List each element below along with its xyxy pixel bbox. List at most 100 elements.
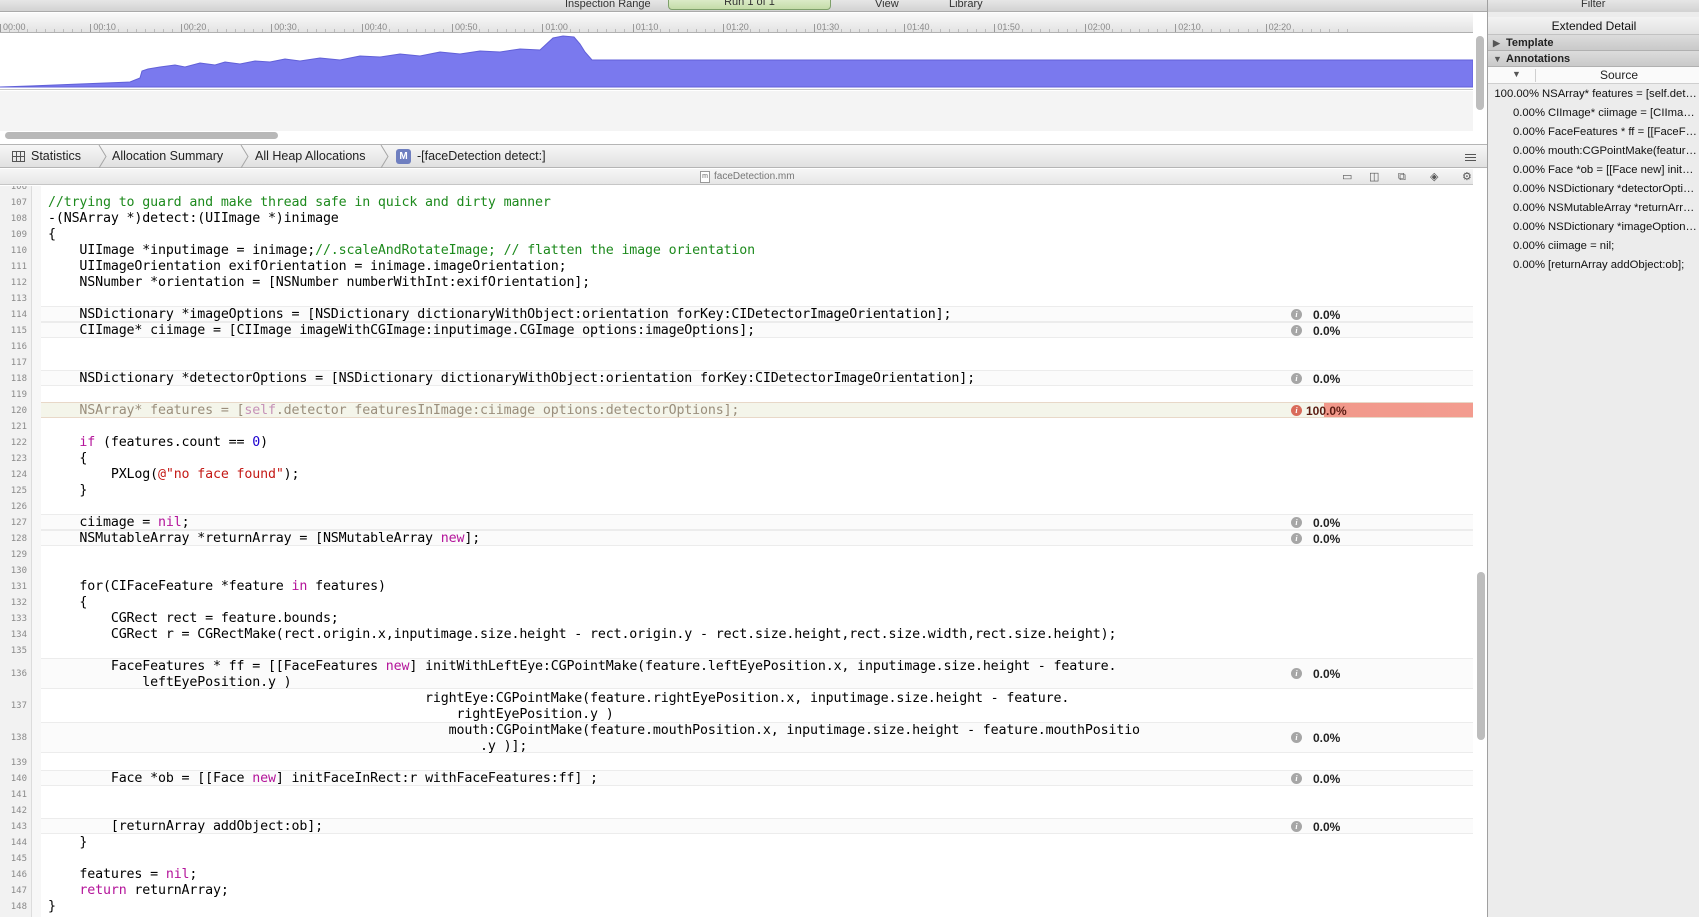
annotation-row[interactable]: 0.00% ciimage = nil; [1488, 237, 1699, 256]
timeline-ruler[interactable]: 00:00 00:10 00:20 00:30 00:40 00:50 01:00 01:10… [0, 13, 1473, 33]
code-line[interactable]: UIImage *inputimage = inimage;//.scaleAn… [48, 243, 755, 258]
annotation-info-icon[interactable]: i [1291, 773, 1302, 784]
code-line[interactable]: return returnArray; [48, 883, 228, 898]
annotation-row[interactable]: 0.00%Face *ob = [[Face new] initFacel... [1488, 161, 1699, 180]
code-line[interactable]: Face *ob = [[Face new] initFaceInRect:r … [48, 771, 598, 786]
assembly-view-icon[interactable]: ⧉ [1398, 171, 1406, 183]
source-file-name[interactable]: faceDetection.mm [714, 171, 795, 182]
code-line[interactable]: CIImage* ciimage = [CIImage imageWithCGI… [48, 323, 755, 338]
ruler-minor-tick [650, 29, 652, 32]
code-line[interactable]: [returnArray addObject:ob]; [48, 819, 323, 834]
code-line[interactable]: PXLog(@"no face found"); [48, 467, 300, 482]
list-options-icon[interactable] [1465, 154, 1476, 161]
annotation-row[interactable]: 0.00% mouth:CGPointMake(feature.m... [1488, 142, 1699, 161]
code-line[interactable]: -(NSArray *)detect:(UIImage *)inimage [48, 211, 339, 226]
xcode-open-icon[interactable]: ◈ [1430, 171, 1438, 183]
annotation-info-icon[interactable]: i [1291, 309, 1302, 320]
code-line[interactable]: NSDictionary *imageOptions = [NSDictiona… [48, 307, 951, 322]
annotation-source: NSDictionary *imageOptions =... [1548, 221, 1699, 233]
ruler-minor-tick [415, 29, 417, 32]
allocations-track[interactable] [0, 34, 1473, 90]
ruler-minor-tick [804, 29, 806, 32]
hot-code-line[interactable]: NSArray* features = [self.detector featu… [48, 403, 739, 418]
annotation-row[interactable]: 0.00% CIImage* ciimage = [CIImage i... [1488, 104, 1699, 123]
code-line[interactable]: NSMutableArray *returnArray = [NSMutable… [48, 531, 480, 546]
code-line[interactable]: } [48, 483, 87, 498]
line-number: 147 [10, 886, 27, 896]
code-line[interactable]: mouth:CGPointMake(feature.mouthPosition.… [48, 723, 1140, 738]
annotation-info-icon[interactable]: i [1291, 373, 1302, 384]
timeline-horizontal-scrollbar[interactable] [5, 132, 278, 139]
annotation-info-icon[interactable]: i [1291, 405, 1302, 416]
ruler-major-tick [271, 24, 273, 32]
gear-icon[interactable]: ⚙ [1462, 171, 1472, 183]
line-number: 118 [10, 374, 27, 384]
code-line[interactable]: NSNumber *orientation = [NSNumber number… [48, 275, 590, 290]
code-line-wrapped[interactable]: leftEyePosition.y ) [48, 675, 291, 690]
source-column-header[interactable]: Source [1488, 68, 1699, 82]
code-vertical-scrollbar[interactable] [1477, 572, 1485, 740]
code-line[interactable]: rightEye:CGPointMake(feature.rightEyePos… [48, 691, 1069, 706]
ruler-tick-label: 00:50 [455, 22, 478, 32]
annotation-info-icon[interactable]: i [1291, 517, 1302, 528]
annotation-info-icon[interactable]: i [1291, 821, 1302, 832]
breadcrumb-method[interactable]: -[faceDetection detect:] [417, 149, 546, 163]
template-section[interactable]: ▶ Template [1488, 35, 1699, 51]
code-line[interactable]: CGRect rect = feature.bounds; [48, 611, 339, 626]
breadcrumb-all-heap-allocations[interactable]: All Heap Allocations [255, 149, 365, 163]
code-line-wrapped[interactable]: rightEyePosition.y ) [48, 707, 613, 722]
source-code-view[interactable]: 106 107 //trying to guard and make thread … [0, 186, 1473, 917]
line-number: 125 [10, 486, 27, 496]
code-line[interactable]: { [48, 227, 56, 242]
split-view-icon[interactable]: ◫ [1369, 171, 1379, 183]
annotation-row[interactable]: 0.00% NSDictionary *imageOptions =... [1488, 218, 1699, 237]
ruler-minor-tick [777, 29, 779, 32]
annotation-info-icon[interactable]: i [1291, 668, 1302, 679]
breadcrumb-allocation-summary[interactable]: Allocation Summary [112, 149, 223, 163]
code-line-wrapped[interactable]: .y )]; [48, 739, 527, 754]
ruler-minor-tick [849, 29, 851, 32]
annotation-info-icon[interactable]: i [1291, 732, 1302, 743]
ruler-minor-tick [786, 29, 788, 32]
breadcrumb-statistics[interactable]: Statistics [31, 149, 81, 163]
annotation-row[interactable]: 0.00% NSMutableArray *returnArray =... [1488, 199, 1699, 218]
code-line[interactable]: //trying to guard and make thread safe i… [48, 195, 551, 210]
ruler-minor-tick [623, 29, 625, 32]
ruler-minor-tick [1229, 29, 1231, 32]
code-line[interactable]: } [48, 899, 56, 914]
run-selector[interactable]: Run 1 of 1 [668, 0, 831, 10]
annotation-row[interactable]: 0.00% [returnArray addObject:ob]; [1488, 256, 1699, 275]
code-line[interactable]: if (features.count == 0) [48, 435, 268, 450]
view-button[interactable]: View [875, 0, 899, 10]
ruler-minor-tick [1048, 29, 1050, 32]
ruler-minor-tick [1120, 29, 1122, 32]
ruler-minor-tick [705, 29, 707, 32]
ruler-minor-tick [759, 29, 761, 32]
ruler-minor-tick [1030, 29, 1032, 32]
code-line[interactable]: FaceFeatures * ff = [[FaceFeatures new] … [48, 659, 1117, 674]
code-line[interactable]: ciimage = nil; [48, 515, 189, 530]
filter-label[interactable]: Filter [1581, 0, 1605, 10]
code-line[interactable]: { [48, 451, 87, 466]
annotations-header[interactable]: ▼ Source [1488, 67, 1699, 84]
annotation-row[interactable]: 0.00% NSDictionary *detectorOptions... [1488, 180, 1699, 199]
code-line[interactable]: features = nil; [48, 867, 197, 882]
annotation-info-icon[interactable]: i [1291, 533, 1302, 544]
disclosure-down-icon: ▼ [1493, 54, 1502, 64]
track-vertical-scrollbar[interactable] [1476, 36, 1484, 110]
code-line[interactable]: CGRect r = CGRectMake(rect.origin.x,inpu… [48, 627, 1117, 642]
code-folding-ribbon[interactable] [32, 186, 41, 917]
code-line[interactable]: UIImageOrientation exifOrientation = ini… [48, 259, 566, 274]
line-percentage: 0.0% [1313, 772, 1341, 786]
document-icon[interactable]: ▭ [1342, 171, 1352, 183]
code-line[interactable]: } [48, 835, 87, 850]
annotation-row[interactable]: 100.00% NSArray* features = [self.detec..… [1488, 85, 1699, 104]
code-line[interactable]: { [48, 595, 87, 610]
code-line[interactable]: for(CIFaceFeature *feature in features) [48, 579, 386, 594]
annotations-section[interactable]: ▼ Annotations [1488, 51, 1699, 67]
library-button[interactable]: Library [949, 0, 983, 10]
code-line[interactable]: NSDictionary *detectorOptions = [NSDicti… [48, 371, 975, 386]
annotation-row[interactable]: 0.00%FaceFeatures * ff = [[FaceFeatur... [1488, 123, 1699, 142]
annotation-info-icon[interactable]: i [1291, 325, 1302, 336]
ruler-minor-tick [732, 29, 734, 32]
